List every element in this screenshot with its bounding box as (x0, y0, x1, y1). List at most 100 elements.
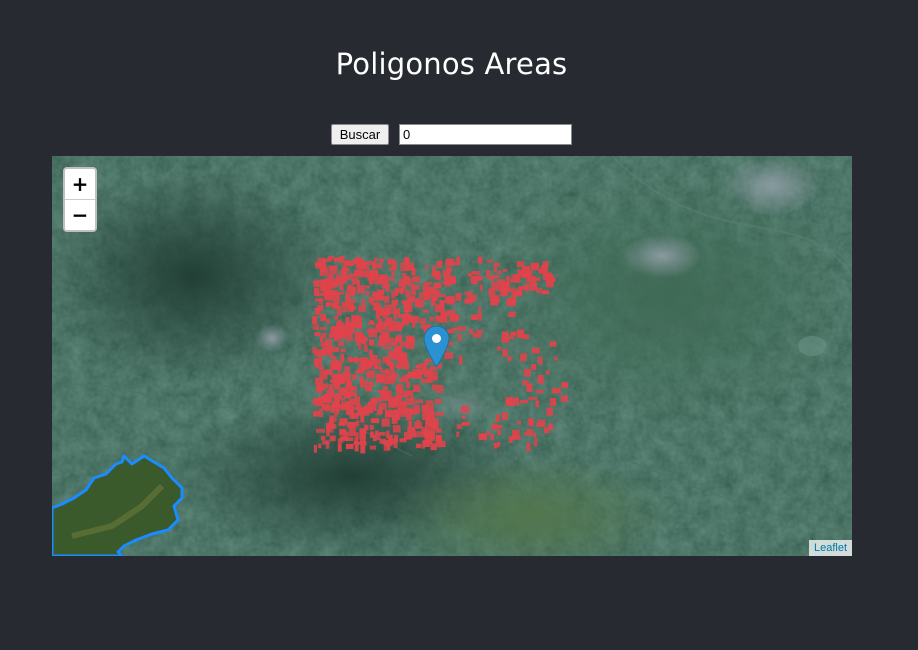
area-polygon[interactable] (354, 444, 359, 452)
area-polygon[interactable] (519, 400, 528, 404)
area-polygon[interactable] (397, 401, 407, 417)
area-polygon[interactable] (328, 384, 334, 392)
area-polygon[interactable] (371, 302, 380, 307)
area-polygon[interactable] (532, 433, 537, 438)
area-polygon[interactable] (333, 257, 341, 262)
area-polygon[interactable] (528, 396, 538, 401)
area-polygon[interactable] (369, 339, 375, 346)
area-polygon[interactable] (478, 306, 482, 316)
area-polygon[interactable] (522, 266, 530, 278)
area-polygon[interactable] (317, 351, 321, 355)
area-polygon[interactable] (413, 384, 421, 393)
area-polygon[interactable] (440, 294, 446, 298)
leaflet-link[interactable]: Leaflet (814, 542, 847, 554)
area-polygon[interactable] (399, 354, 403, 363)
area-polygon[interactable] (535, 400, 540, 408)
area-polygon[interactable] (508, 436, 513, 444)
area-polygon[interactable] (496, 346, 502, 351)
area-polygon[interactable] (561, 382, 568, 387)
area-polygon[interactable] (510, 287, 517, 292)
area-polygon[interactable] (384, 346, 391, 350)
area-polygon[interactable] (361, 362, 369, 370)
area-polygon[interactable] (369, 445, 376, 450)
area-polygon[interactable] (326, 318, 330, 324)
area-polygon[interactable] (415, 299, 424, 308)
area-polygon[interactable] (457, 334, 462, 342)
area-polygon[interactable] (334, 315, 338, 320)
area-polygon[interactable] (340, 348, 346, 353)
area-polygon[interactable] (471, 271, 480, 275)
area-polygon[interactable] (430, 295, 438, 302)
area-polygon[interactable] (391, 261, 397, 268)
area-polygon[interactable] (330, 364, 338, 371)
area-polygon[interactable] (381, 418, 390, 427)
area-polygon[interactable] (368, 329, 377, 338)
area-polygon[interactable] (549, 341, 557, 347)
area-polygon[interactable] (321, 404, 330, 410)
area-polygon[interactable] (312, 324, 320, 330)
area-polygon[interactable] (392, 424, 401, 433)
area-polygon[interactable] (447, 295, 455, 305)
area-polygon[interactable] (403, 303, 413, 313)
area-polygon[interactable] (419, 318, 427, 325)
area-polygon[interactable] (337, 368, 341, 373)
search-input[interactable] (399, 124, 572, 145)
area-polygon[interactable] (317, 257, 326, 266)
area-polygon[interactable] (376, 315, 380, 320)
area-polygon[interactable] (435, 412, 444, 416)
area-polygon[interactable] (412, 322, 416, 328)
area-polygon[interactable] (537, 356, 543, 365)
area-polygon[interactable] (340, 353, 345, 363)
area-polygon[interactable] (508, 311, 516, 317)
area-polygon[interactable] (341, 267, 350, 272)
area-polygon[interactable] (497, 429, 501, 436)
area-polygon[interactable] (360, 380, 368, 388)
area-polygon[interactable] (376, 377, 381, 383)
area-polygon[interactable] (345, 443, 354, 450)
area-polygon[interactable] (548, 423, 554, 430)
area-polygon[interactable] (534, 277, 540, 281)
area-polygon[interactable] (357, 285, 365, 294)
area-polygon[interactable] (451, 327, 460, 331)
area-polygon[interactable] (431, 266, 436, 275)
area-polygon[interactable] (348, 428, 356, 437)
area-polygon[interactable] (315, 279, 323, 287)
area-polygon[interactable] (370, 431, 375, 438)
area-polygon[interactable] (379, 258, 384, 263)
area-polygon[interactable] (423, 294, 430, 301)
area-polygon[interactable] (384, 295, 390, 303)
area-polygon[interactable] (329, 418, 337, 422)
area-polygon[interactable] (360, 445, 366, 454)
area-polygon[interactable] (488, 288, 496, 297)
area-polygon[interactable] (431, 384, 438, 391)
area-polygon[interactable] (393, 311, 397, 320)
area-polygon[interactable] (522, 334, 530, 340)
area-polygon[interactable] (535, 287, 543, 293)
area-polygon[interactable] (456, 424, 462, 429)
area-polygon[interactable] (461, 407, 465, 412)
area-polygon[interactable] (411, 290, 417, 296)
area-polygon[interactable] (342, 373, 351, 382)
area-polygon[interactable] (363, 344, 368, 352)
area-polygon[interactable] (470, 314, 478, 320)
area-polygon[interactable] (376, 289, 385, 296)
area-polygon[interactable] (387, 310, 392, 314)
area-polygon[interactable] (421, 441, 426, 449)
area-polygon[interactable] (319, 267, 329, 276)
area-polygon[interactable] (397, 314, 406, 318)
area-polygon[interactable] (351, 413, 359, 419)
area-polygon[interactable] (329, 265, 338, 270)
area-polygon[interactable] (467, 293, 471, 297)
area-polygon[interactable] (320, 314, 326, 321)
zoom-in-button[interactable]: + (65, 169, 95, 200)
area-polygon[interactable] (423, 288, 427, 294)
area-polygon[interactable] (493, 442, 498, 449)
area-polygon[interactable] (314, 332, 321, 337)
area-polygon[interactable] (536, 422, 545, 427)
area-polygon[interactable] (479, 284, 483, 291)
area-polygon[interactable] (320, 326, 327, 330)
area-polygon[interactable] (531, 347, 540, 354)
area-polygon[interactable] (327, 426, 334, 433)
area-polygon[interactable] (370, 355, 378, 362)
area-polygon[interactable] (523, 368, 531, 377)
